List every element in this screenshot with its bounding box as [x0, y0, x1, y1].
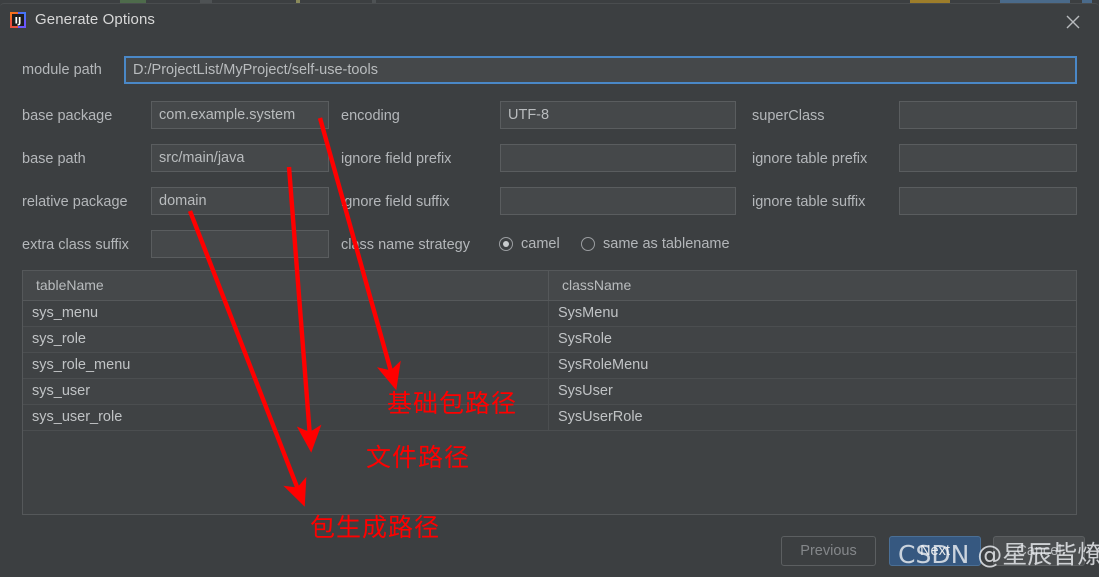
ignore-field-suffix-label: ignore field suffix — [341, 194, 450, 210]
super-class-label: superClass — [752, 108, 825, 124]
base-path-label: base path — [22, 151, 86, 167]
dialog-title: Generate Options — [35, 11, 156, 28]
base-package-label: base package — [22, 108, 113, 124]
intellij-idea-icon: IJ — [9, 11, 27, 29]
cell-classname[interactable]: SysUser — [549, 379, 1076, 404]
cell-tablename[interactable]: sys_role_menu — [23, 353, 549, 378]
class-name-strategy-label: class name strategy — [341, 237, 470, 253]
ignore-table-prefix-label: ignore table prefix — [752, 151, 868, 167]
column-header-tablename[interactable]: tableName — [23, 271, 549, 300]
ignore-table-suffix-input[interactable] — [899, 187, 1077, 215]
relative-package-input[interactable] — [151, 187, 329, 215]
ignore-table-suffix-label: ignore table suffix — [752, 194, 866, 210]
table-body: sys_menu SysMenu sys_role SysRole sys_role_m… — [23, 301, 1076, 431]
table-row[interactable]: sys_role SysRole — [23, 327, 1076, 353]
extra-class-suffix-label: extra class suffix — [22, 237, 129, 253]
ignore-field-prefix-input[interactable] — [500, 144, 736, 172]
encoding-input[interactable] — [500, 101, 736, 129]
cell-classname[interactable]: SysUserRole — [549, 405, 1076, 430]
table-row[interactable]: sys_user_role SysUserRole — [23, 405, 1076, 431]
close-icon[interactable] — [1061, 10, 1085, 34]
radio-same-as-tablename-indicator[interactable] — [581, 237, 595, 251]
cancel-button[interactable]: Cancel — [993, 536, 1085, 566]
ignore-table-prefix-input[interactable] — [899, 144, 1077, 172]
module-path-label: module path — [22, 62, 102, 78]
radio-same-as-tablename[interactable]: same as tablename — [581, 236, 730, 252]
extra-class-suffix-input[interactable] — [151, 230, 329, 258]
table-empty-area — [23, 431, 1076, 514]
cell-tablename[interactable]: sys_role — [23, 327, 549, 352]
previous-button[interactable]: Previous — [781, 536, 876, 566]
radio-camel-label[interactable]: camel — [521, 236, 560, 252]
module-path-input[interactable] — [124, 56, 1077, 84]
cell-classname[interactable]: SysRole — [549, 327, 1076, 352]
table-row[interactable]: sys_menu SysMenu — [23, 301, 1076, 327]
dialog-titlebar: IJ Generate Options — [0, 4, 1099, 38]
radio-same-as-tablename-label[interactable]: same as tablename — [603, 236, 730, 252]
cell-classname[interactable]: SysRoleMenu — [549, 353, 1076, 378]
radio-camel-indicator[interactable] — [499, 237, 513, 251]
super-class-input[interactable] — [899, 101, 1077, 129]
tables-list[interactable]: tableName className sys_menu SysMenu sys_r… — [22, 270, 1077, 515]
svg-text:IJ: IJ — [15, 17, 22, 27]
relative-package-label: relative package — [22, 194, 128, 210]
cell-tablename[interactable]: sys_user — [23, 379, 549, 404]
screenshot-root: IJ Generate Options module path base pac… — [0, 0, 1099, 577]
table-header-row: tableName className — [23, 271, 1076, 301]
cell-tablename[interactable]: sys_user_role — [23, 405, 549, 430]
radio-camel[interactable]: camel — [499, 236, 560, 252]
generate-options-dialog: IJ Generate Options module path base pac… — [0, 3, 1099, 577]
encoding-label: encoding — [341, 108, 400, 124]
base-package-input[interactable] — [151, 101, 329, 129]
ignore-field-prefix-label: ignore field prefix — [341, 151, 452, 167]
cell-classname[interactable]: SysMenu — [549, 301, 1076, 326]
column-header-classname[interactable]: className — [549, 271, 1076, 300]
table-row[interactable]: sys_user SysUser — [23, 379, 1076, 405]
table-row[interactable]: sys_role_menu SysRoleMenu — [23, 353, 1076, 379]
base-path-input[interactable] — [151, 144, 329, 172]
next-button[interactable]: Next — [889, 536, 981, 566]
ignore-field-suffix-input[interactable] — [500, 187, 736, 215]
cell-tablename[interactable]: sys_menu — [23, 301, 549, 326]
